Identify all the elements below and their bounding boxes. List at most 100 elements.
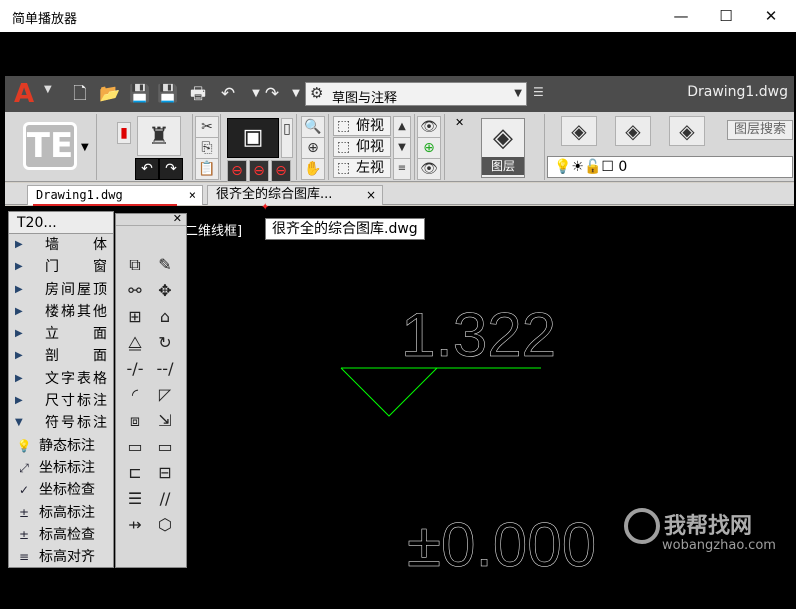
stop-icon-3[interactable]: ⊖ [271,160,291,182]
autocad-logo-icon[interactable]: A [9,80,39,108]
extend-tool-icon[interactable]: --/ [152,358,178,380]
maximize-button[interactable]: ☐ [703,0,749,32]
close-icon[interactable]: × [189,186,196,204]
offset-tool-icon[interactable]: ⊏ [122,462,148,484]
explode-tool-icon[interactable]: ⇲ [152,410,178,432]
app-menu-dropdown-icon[interactable]: ▼ [44,84,52,95]
chevron-down-icon[interactable]: ▼ [393,137,411,159]
stop-icon-2[interactable]: ⊖ [249,160,269,182]
array-tool-icon[interactable]: ⚯ [122,280,148,302]
block-side-icon[interactable]: ▯ [281,118,293,158]
eye-icon[interactable]: 👁 [417,116,441,138]
t20-item-door-window[interactable]: ▶ 门窗 [9,256,113,278]
close-icon[interactable]: × [366,186,376,204]
t20-palette: T20... ▶ 墙体 ▶ 门窗 ▶ 房间屋顶 ▶ 楼梯其他 ▶ 立面 ▶ 剖面 ▶ 文字表格… [8,211,114,568]
t20-item-section[interactable]: ▶ 剖面 [9,345,113,367]
level-align-icon: ≡ [18,550,30,565]
customize-qat-icon[interactable]: ☰ [533,85,544,99]
list-tool-icon[interactable]: ☰ [122,488,148,510]
eye-hide-icon[interactable]: 👁 [417,158,441,180]
minimize-button[interactable]: — [658,0,704,32]
tab-drawing1[interactable]: Drawing1.dwg × [27,185,203,205]
layers-button[interactable]: ◈ 图层 [481,118,525,178]
layer-edit-icon[interactable]: ◈ [615,116,651,146]
view-left-button[interactable]: ⬚ 左视 [333,158,391,178]
layer-state-icon[interactable]: ◈ [561,116,597,146]
red-marker-icon[interactable]: ▮ [117,122,131,144]
cube-icon: ⬚ [337,139,351,155]
break-tool-icon[interactable]: ▭ [122,436,148,458]
lengthen-tool-icon[interactable]: ⇸ [122,514,148,536]
open-icon[interactable]: 📂 [99,83,121,105]
t20-item-text-table[interactable]: ▶ 文字表格 [9,368,113,390]
view-bottom-button[interactable]: ⬚ 仰视 [333,137,391,157]
chamfer-tool-icon[interactable]: ◸ [152,384,178,406]
ribbon-panel-edit: ▮ ♜ ↶ ↷ [105,114,193,180]
t20-item-elevation[interactable]: ▶ 立面 [9,323,113,345]
ribbon-panel-navigate: 🔍 ⊕ ✋ [297,114,329,180]
stamp-icon[interactable]: ♜ [137,116,181,156]
join-tool-icon[interactable]: ▭ [152,436,178,458]
ribbon-panel-clipboard: ✂ ⎘ 📋 [193,114,221,180]
t20-item-room-roof[interactable]: ▶ 房间屋顶 [9,279,113,301]
layer-search-button[interactable]: 图层搜索 [727,120,793,140]
magnifier-icon [624,508,660,544]
align-tool-icon[interactable]: ⊟ [152,462,178,484]
t20-sub-level-check[interactable]: ± 标高检查 [9,524,113,546]
add-green-icon[interactable]: ⊕ [417,137,441,159]
3d-tool-icon[interactable]: ⬡ [152,514,178,536]
layer-combo[interactable]: 💡☀🔓☐ 0 [547,156,793,178]
zoom-icon[interactable]: 🔍 [301,116,325,138]
t20-sub-static-label[interactable]: 💡 静态标注 [9,435,113,457]
redo-small-icon[interactable]: ↷ [159,158,183,180]
workspace-select[interactable]: ⚙ 草图与注释 ▼ [305,82,527,106]
t20-item-stairs[interactable]: ▶ 楼梯其他 [9,301,113,323]
move-tool-icon[interactable]: ✥ [152,280,178,302]
new-icon[interactable]: 🗋 [69,83,91,105]
rect-array-icon[interactable]: ⊞ [122,306,148,328]
t20-sub-coordinate-check[interactable]: ✓ 坐标检查 [9,479,113,501]
paste-icon[interactable]: 📋 [195,158,219,180]
undo-small-icon[interactable]: ↶ [135,158,159,180]
close-panel-icon[interactable]: ✕ [455,116,464,129]
t20-item-symbol[interactable]: ▼ 符号标注 [9,412,113,434]
quick-access-toolbar: A ▼ 🗋 📂 💾 💾 🖶 ↶ ▼ ↷ ▼ ⚙ 草图与注释 ▼ ☰ Drawin… [5,76,794,112]
t20-item-dimension[interactable]: ▶ 尺寸标注 [9,390,113,412]
t20-sub-coordinate-label[interactable]: ⤢ 坐标标注 [9,457,113,479]
block-icon[interactable]: ▣ [227,118,279,158]
erase-tool-icon[interactable]: ✎ [152,254,178,276]
save-as-icon[interactable]: 💾 [157,83,179,105]
close-button[interactable]: ✕ [748,0,794,32]
trim-tool-icon[interactable]: -/- [122,358,148,380]
t20-item-wall[interactable]: ▶ 墙体 [9,234,113,256]
redo-dropdown-icon[interactable]: ▼ [285,83,307,105]
undo-icon[interactable]: ↶ [217,83,239,105]
stretch-tool-icon[interactable]: ⌂ [152,306,178,328]
chevron-up-icon[interactable]: ▲ [393,116,411,138]
view-top-button[interactable]: ⬚ 俯视 [333,116,391,136]
redo-icon[interactable]: ↷ [261,83,283,105]
scale-tool-icon[interactable]: ⧈ [122,410,148,432]
copy-icon[interactable]: ⎘ [195,137,219,159]
fillet-tool-icon[interactable]: ◜ [122,384,148,406]
chevron-down-icon: ▼ [514,88,522,99]
current-layer: 0 [618,159,628,175]
layer-up-icon[interactable]: ◈ [669,116,705,146]
cut-icon[interactable]: ✂ [195,116,219,138]
tab-library[interactable]: 很齐全的综合图库... × [207,185,383,205]
close-icon[interactable]: ✕ [173,212,182,225]
rotate-tool-icon[interactable]: ↻ [152,332,178,354]
parallel-tool-icon[interactable]: // [152,488,178,510]
orbit-icon[interactable]: ⊕ [301,137,325,159]
print-icon[interactable]: 🖶 [187,83,209,105]
mirror-tool-icon[interactable]: ⧋ [122,332,148,354]
file-tabs: Drawing1.dwg × 很齐全的综合图库... × [5,183,794,205]
stop-icon-1[interactable]: ⊖ [227,160,247,182]
pan-icon[interactable]: ✋ [301,158,325,180]
t20-sub-level-align[interactable]: ≡ 标高对齐 [9,546,113,568]
expand-icon[interactable]: ≡ [393,158,411,180]
save-icon[interactable]: 💾 [129,83,151,105]
copy-tool-icon[interactable]: ⧉ [122,254,148,276]
t20-sub-level-label[interactable]: ± 标高标注 [9,502,113,524]
chevron-down-icon[interactable]: ▼ [81,142,89,153]
